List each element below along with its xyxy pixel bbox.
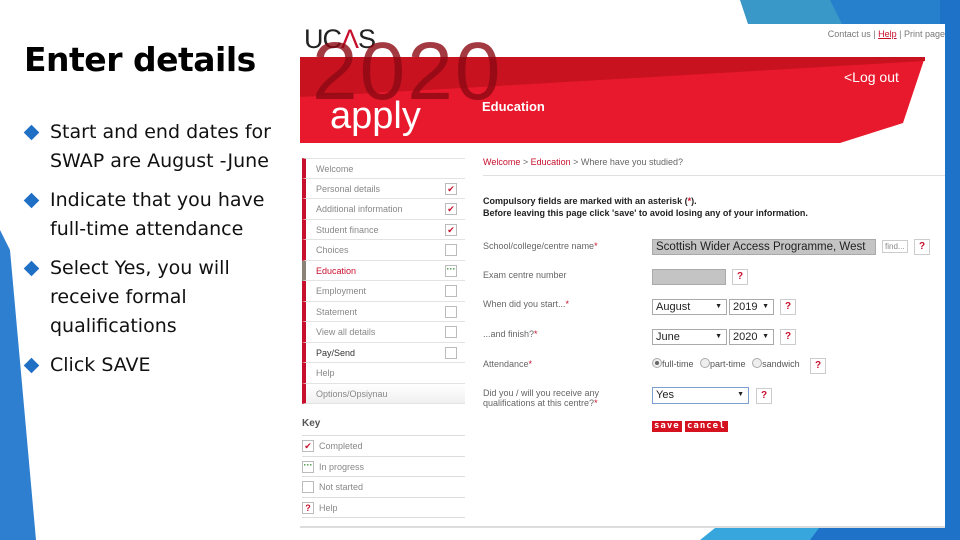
find-button[interactable]: find... — [882, 240, 908, 253]
bullet-list: Start and end dates for SWAP are August … — [23, 118, 284, 390]
in-progress-icon: ··· — [302, 460, 314, 473]
start-date-label: When did you start...* — [483, 299, 570, 309]
diamond-bullet-icon — [23, 124, 40, 141]
compulsory-notice: Compulsory fields are marked with an ast… — [483, 196, 808, 218]
completed-check-icon: ✔ — [445, 203, 457, 215]
sidebar-item-view-all-details[interactable]: View all details — [302, 322, 465, 343]
bullet-item: Select Yes, you will receive formal qual… — [23, 254, 284, 341]
banner-apply: apply — [330, 95, 421, 137]
help-question-icon[interactable]: ? — [780, 329, 796, 345]
not-started-box-icon — [302, 481, 314, 493]
key-item-completed: ✔ Completed — [302, 436, 465, 457]
bullet-item: Indicate that you have full-time attenda… — [23, 186, 284, 244]
chevron-down-icon: ▼ — [715, 333, 722, 340]
attendance-radio-group: full-time part-time sandwich — [652, 358, 804, 369]
key-item-in-progress: ··· In progress — [302, 457, 465, 477]
radio-full-time[interactable] — [652, 358, 662, 368]
sidebar-item-choices[interactable]: Choices — [302, 240, 465, 261]
chevron-down-icon: ▼ — [715, 303, 722, 310]
exam-centre-input[interactable] — [652, 269, 726, 285]
help-question-icon: ? — [302, 501, 314, 514]
finish-month-select[interactable]: June ▼ — [652, 329, 727, 345]
logout-link[interactable]: <Log out — [844, 69, 899, 85]
key-item-help: ? Help — [302, 498, 465, 518]
school-name-label: School/college/centre name* — [483, 241, 598, 251]
not-started-box-icon — [445, 346, 457, 359]
finish-year-select[interactable]: 2020 ▼ — [729, 329, 774, 345]
sidebar-item-education[interactable]: Education ··· — [302, 260, 465, 281]
bullet-item: Start and end dates for SWAP are August … — [23, 118, 284, 176]
start-month-select[interactable]: August ▼ — [652, 299, 727, 315]
status-key: Key ✔ Completed ··· In progress Not starte… — [302, 416, 465, 518]
help-question-icon[interactable]: ? — [914, 239, 930, 255]
breadcrumb: Welcome > Education > Where have you stu… — [483, 157, 683, 167]
sidebar-item-welcome[interactable]: Welcome — [302, 158, 465, 179]
sidebar-item-employment[interactable]: Employment — [302, 281, 465, 302]
diamond-bullet-icon — [23, 260, 40, 277]
sidebar-item-pay-send[interactable]: Pay/Send — [302, 342, 465, 363]
sidebar-nav: Welcome Personal details ✔ Additional inf… — [302, 158, 465, 404]
breadcrumb-welcome[interactable]: Welcome — [483, 157, 520, 167]
sidebar-item-personal-details[interactable]: Personal details ✔ — [302, 178, 465, 199]
sidebar-item-additional-information[interactable]: Additional information ✔ — [302, 199, 465, 220]
ucas-apply-screenshot: UCΛS Contact us | Help | Print page 2020… — [300, 24, 945, 528]
start-year-select[interactable]: 2019 ▼ — [729, 299, 774, 315]
sidebar-item-statement[interactable]: Statement — [302, 301, 465, 322]
bullet-item: Click SAVE — [23, 351, 284, 380]
key-item-not-started: Not started — [302, 477, 465, 498]
help-question-icon[interactable]: ? — [780, 299, 796, 315]
chevron-down-icon: ▼ — [762, 303, 769, 310]
school-name-input[interactable]: Scottish Wider Access Programme, West — [652, 239, 876, 255]
completed-check-icon: ✔ — [445, 182, 457, 195]
sidebar-item-options[interactable]: Options/Opsiynau — [302, 383, 465, 404]
key-title: Key — [302, 416, 465, 436]
attendance-label: Attendance* — [483, 359, 533, 369]
not-started-box-icon — [445, 305, 457, 318]
not-started-box-icon — [445, 244, 457, 256]
contact-us-link[interactable]: Contact us — [828, 29, 871, 39]
chevron-down-icon: ▼ — [762, 333, 769, 340]
sidebar-item-student-finance[interactable]: Student finance ✔ — [302, 219, 465, 240]
breadcrumb-current: Where have you studied? — [580, 157, 683, 167]
help-question-icon[interactable]: ? — [756, 388, 772, 404]
divider — [483, 175, 945, 176]
exam-centre-label: Exam centre number — [483, 270, 567, 280]
save-button[interactable]: save — [652, 421, 682, 432]
sidebar-item-help[interactable]: Help — [302, 363, 465, 384]
banner-section-title: Education — [482, 99, 545, 114]
chevron-down-icon: ▼ — [737, 391, 744, 398]
breadcrumb-education[interactable]: Education — [531, 157, 571, 167]
diamond-bullet-icon — [23, 357, 40, 374]
diamond-bullet-icon — [23, 192, 40, 209]
not-started-box-icon — [445, 326, 457, 338]
completed-check-icon: ✔ — [302, 440, 314, 452]
finish-date-label: ...and finish?* — [483, 329, 538, 339]
radio-part-time[interactable] — [700, 358, 711, 368]
slide-title: Enter details — [24, 40, 256, 79]
top-links: Contact us | Help | Print page — [827, 29, 945, 39]
help-link[interactable]: Help — [878, 29, 897, 39]
print-page-link[interactable]: Print page — [904, 29, 945, 39]
apply-banner: 2020 apply Education <Log out — [300, 31, 925, 143]
not-started-box-icon — [445, 285, 457, 297]
help-question-icon[interactable]: ? — [810, 358, 826, 374]
qualifications-select[interactable]: Yes ▼ — [652, 387, 749, 404]
radio-sandwich[interactable] — [752, 358, 763, 368]
in-progress-icon: ··· — [445, 264, 457, 277]
completed-check-icon: ✔ — [445, 223, 457, 236]
cancel-button[interactable]: cancel — [685, 421, 728, 432]
qualifications-label: Did you / will you receive any qualificat… — [483, 388, 600, 408]
help-question-icon[interactable]: ? — [732, 269, 748, 285]
